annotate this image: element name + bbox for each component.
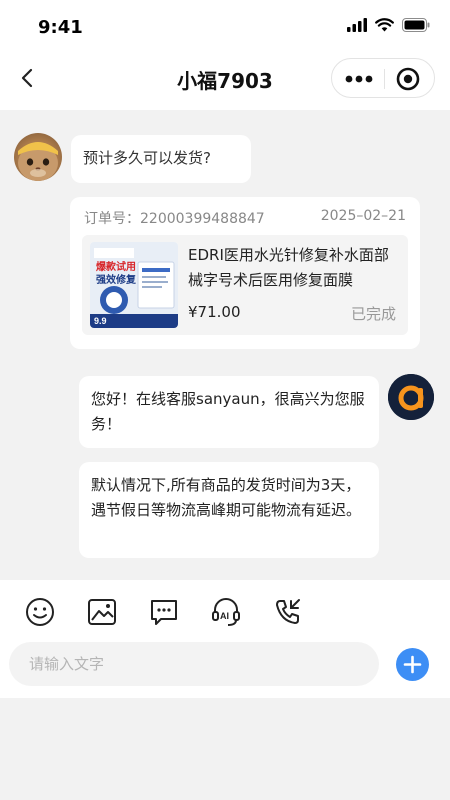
image-icon[interactable] <box>86 596 118 628</box>
svg-text:AI: AI <box>220 611 229 621</box>
wifi-icon <box>375 18 394 32</box>
phone-call-icon[interactable] <box>272 596 304 628</box>
agent-avatar[interactable] <box>388 374 434 420</box>
user-message-bubble: 预计多久可以发货? <box>71 135 251 183</box>
order-number: 订单号：22000399488847 <box>84 211 265 227</box>
agent-logo-icon <box>388 374 434 420</box>
chat-area[interactable]: 预计多久可以发货? 订单号：22000399488847 2025–02–21 … <box>0 110 450 580</box>
product-title[interactable]: EDRI医用水光针修复补水面部械字号术后医用修复面膜 <box>188 243 398 293</box>
battery-icon <box>402 18 430 32</box>
message-input[interactable] <box>9 642 379 686</box>
emoji-icon[interactable] <box>24 596 56 628</box>
plus-icon <box>403 655 422 674</box>
user-avatar[interactable] <box>14 133 62 181</box>
image-badge-top: 爆款试用 <box>96 260 136 273</box>
agent-message-bubble: 您好！在线客服sanyaun，很高兴为您服务！ <box>79 376 379 448</box>
nav-bar: 小福7903 <box>0 56 450 110</box>
mini-program-capsule <box>331 58 435 98</box>
chat-message-icon[interactable] <box>148 596 180 628</box>
target-circle-icon[interactable] <box>396 67 420 91</box>
image-price: 9.9 <box>94 316 107 326</box>
product-image: 爆款试用 强效修复 9.9 <box>90 242 178 328</box>
product-box[interactable]: 爆款试用 强效修复 9.9 EDRI医用水光针修复补水面部械字号术后医用修复面膜… <box>82 235 408 335</box>
ai-headset-icon[interactable]: AI <box>210 596 242 628</box>
more-dots-icon[interactable] <box>344 70 374 88</box>
status-time: 9:41 <box>38 17 83 38</box>
order-status: 已完成 <box>350 305 396 323</box>
status-bar: 9:41 <box>0 0 450 56</box>
order-date: 2025–02–21 <box>320 208 406 224</box>
chat-toolbar: AI <box>0 580 450 698</box>
cat-avatar-icon <box>18 142 58 181</box>
bottom-safe-area <box>0 698 450 800</box>
image-badge-main: 强效修复 <box>96 273 137 286</box>
plus-button[interactable] <box>396 648 429 681</box>
agent-message-bubble: 默认情况下,所有商品的发货时间为3天，遇节假日等物流高峰期可能物流有延迟。 <box>79 462 379 558</box>
order-card[interactable]: 订单号：22000399488847 2025–02–21 爆款试用 强效修复 <box>70 197 420 349</box>
signal-icon <box>347 18 367 32</box>
product-price: ¥71.00 <box>188 303 241 321</box>
